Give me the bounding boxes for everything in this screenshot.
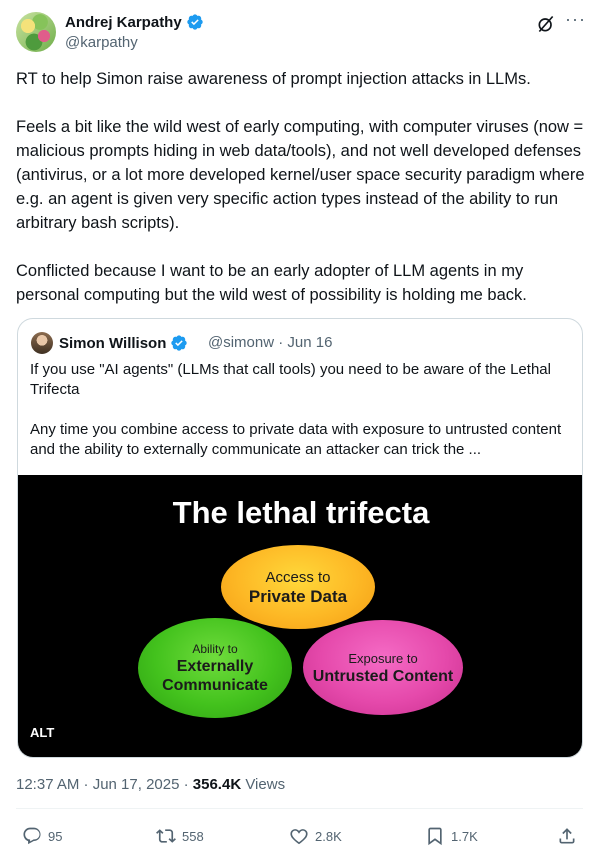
quoted-text: If you use "AI agents" (LLMs that call t… [30,360,570,460]
ellipse-label: Access to [265,568,331,586]
ellipse-label: Private Data [248,586,348,606]
quoted-paragraph: If you use "AI agents" (LLMs that call t… [30,361,551,398]
verified-badge-icon [171,335,188,351]
ellipse-private-data: Access to Private Data [221,545,375,629]
ellipse-label: Communicate [162,677,268,694]
reply-count: 95 [48,828,63,844]
ellipse-untrusted-content: Exposure to Untrusted Content [303,620,463,715]
ellipse-externally-communicate: Ability to Externally Communicate [138,618,292,718]
alt-text-badge[interactable]: ALT [30,725,54,740]
author-name-row[interactable]: Andrej Karpathy [65,13,204,31]
tweet-paragraph: Conflicted because I want to be an early… [16,262,527,304]
retweet-button[interactable]: 558 [156,826,204,846]
tweet-text: RT to help Simon raise awareness of prom… [16,67,586,307]
quoted-author-name-row[interactable]: Simon Willison [59,334,188,352]
quoted-handle-date[interactable]: @simonw · Jun 16 [208,334,332,351]
quoted-tweet[interactable]: Simon Willison @simonw · Jun 16 If you u… [17,318,583,758]
grok-icon[interactable] [536,14,556,34]
quoted-author-avatar[interactable] [31,332,53,354]
views-count: 356.4K [192,776,242,793]
views-label: Views [241,776,286,793]
share-button[interactable] [557,826,577,846]
reply-button[interactable]: 95 [22,826,62,846]
ellipse-label: Exposure to [348,650,418,666]
share-icon [559,828,575,844]
tweet-paragraph: RT to help Simon raise awareness of prom… [16,70,531,88]
bookmark-icon [428,827,442,846]
reply-icon [23,827,41,845]
ellipse-label: Ability to [192,642,238,656]
author-name[interactable]: Andrej Karpathy [65,14,182,31]
ellipse-label: Externally [176,658,254,675]
quoted-author-name[interactable]: Simon Willison [59,335,166,352]
tweet: Andrej Karpathy @karpathy ··· RT to help… [0,0,599,862]
like-button[interactable]: 2.8K [289,826,342,846]
slide-title: The lethal trifecta [172,495,430,530]
retweet-icon [156,829,176,843]
tweet-meta: 12:37 AM · Jun 17, 2025 · 356.4K Views [16,776,285,793]
author-handle[interactable]: @karpathy [65,34,138,51]
like-count: 2.8K [315,828,342,844]
tweet-paragraph: Feels a bit like the wild west of early … [16,118,585,232]
author-avatar[interactable] [16,12,56,52]
quoted-media-image[interactable]: The lethal trifecta Access to Private Da… [18,475,582,757]
quoted-paragraph: Any time you combine access to private d… [30,421,562,458]
bookmark-count: 1.7K [451,828,478,844]
ellipse-label: Untrusted Content [312,667,454,685]
timestamp[interactable]: 12:37 AM · Jun 17, 2025 · [16,776,193,793]
bookmark-button[interactable]: 1.7K [425,826,478,846]
divider [16,808,583,809]
retweet-count: 558 [182,828,204,844]
heart-icon [290,829,308,845]
more-options-icon[interactable]: ··· [565,10,585,32]
verified-badge-icon [187,14,203,30]
